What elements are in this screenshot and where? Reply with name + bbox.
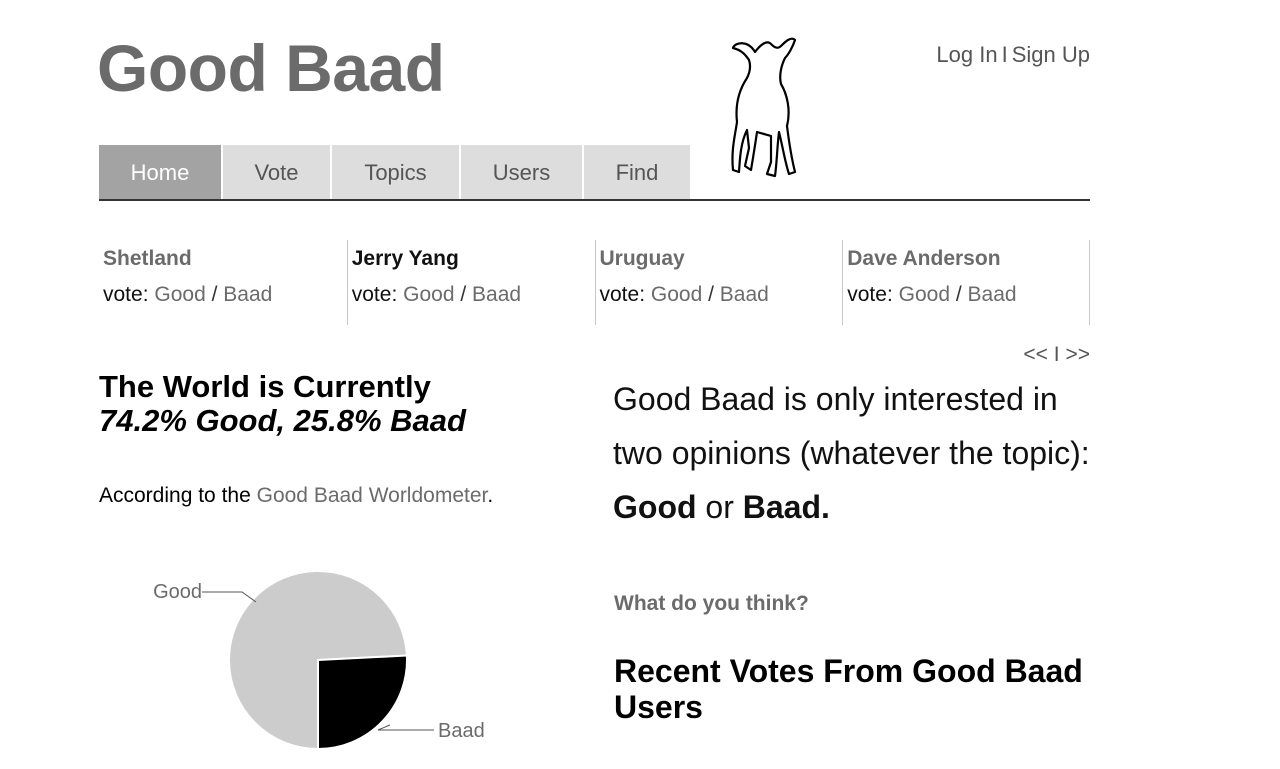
lamb-logo-icon xyxy=(731,37,797,178)
intro-baad: Baad. xyxy=(742,489,830,525)
topic-vote: vote: Good / Baad xyxy=(103,278,347,312)
topic-card: Jerry Yang vote: Good / Baad xyxy=(346,240,595,325)
world-stats: 74.2% Good, 25.8% Baad xyxy=(99,403,466,438)
topic-vote: vote: Good / Baad xyxy=(847,278,1089,312)
topic-name[interactable]: Jerry Yang xyxy=(352,240,595,278)
vote-prefix: vote: xyxy=(351,283,398,306)
vote-separator: / xyxy=(708,283,714,306)
pie-label-good: Good xyxy=(153,581,202,603)
according-suffix: . xyxy=(487,484,494,507)
tab-find[interactable]: Find xyxy=(584,145,690,200)
topic-name[interactable]: Dave Anderson xyxy=(847,240,1089,278)
tab-vote[interactable]: Vote xyxy=(223,145,332,200)
vote-baad-link[interactable]: Baad xyxy=(472,283,521,306)
nav-divider xyxy=(99,199,1090,201)
tab-home[interactable]: Home xyxy=(99,145,223,200)
pager-prev-link[interactable]: << xyxy=(1023,343,1048,366)
pager-separator: I xyxy=(1053,343,1060,366)
tab-users[interactable]: Users xyxy=(461,145,584,200)
world-pie-chart: Good Baad xyxy=(153,570,485,751)
vote-prefix: vote: xyxy=(599,283,646,306)
tab-topics[interactable]: Topics xyxy=(332,145,461,200)
intro-or: or xyxy=(705,489,734,525)
topic-name[interactable]: Uruguay xyxy=(600,240,843,278)
site-logo[interactable]: Good Baad xyxy=(97,30,445,106)
pie-leader-baad xyxy=(377,724,434,731)
vote-good-link[interactable]: Good xyxy=(154,283,205,306)
main-nav: Home Vote Topics Users Find xyxy=(99,145,690,200)
vote-separator: / xyxy=(211,283,218,306)
vote-baad-link[interactable]: Baad xyxy=(968,283,1017,306)
topic-card: Shetland vote: Good / Baad xyxy=(99,240,347,325)
auth-separator: I xyxy=(1001,42,1008,67)
login-link[interactable]: Log In xyxy=(936,42,997,67)
auth-links: Log In I Sign Up xyxy=(900,42,1090,68)
signup-link[interactable]: Sign Up xyxy=(1012,42,1090,67)
pie-slice-baad xyxy=(317,654,408,751)
featured-topics: Shetland vote: Good / Baad Jerry Yang vo… xyxy=(99,240,1090,325)
according-prefix: According to the xyxy=(99,484,251,507)
topic-name[interactable]: Shetland xyxy=(103,240,347,278)
intro-good: Good xyxy=(613,489,697,525)
vote-good-link[interactable]: Good xyxy=(899,283,950,306)
pager-next-link[interactable]: >> xyxy=(1065,343,1090,366)
vote-good-link[interactable]: Good xyxy=(651,283,702,306)
pie-label-baad: Baad xyxy=(438,720,485,742)
worldometer-link[interactable]: Good Baad Worldometer xyxy=(257,484,488,507)
vote-baad-link[interactable]: Baad xyxy=(720,283,769,306)
intro-body: Good Baad is only interested in two opin… xyxy=(613,381,1090,471)
vote-baad-link[interactable]: Baad xyxy=(223,283,272,306)
vote-prefix: vote: xyxy=(103,283,149,306)
intro-text: Good Baad is only interested in two opin… xyxy=(613,372,1093,534)
topic-card: Dave Anderson vote: Good / Baad xyxy=(842,240,1090,325)
what-do-you-think-label: What do you think? xyxy=(614,592,809,615)
vote-good-link[interactable]: Good xyxy=(403,283,454,306)
recent-votes-heading: Recent Votes From Good Baad Users xyxy=(614,653,1083,725)
vote-separator: / xyxy=(955,283,962,306)
topic-card: Uruguay vote: Good / Baad xyxy=(594,240,843,325)
topic-pager: << I >> xyxy=(1000,343,1090,367)
world-heading-text: The World is Currently xyxy=(99,369,431,404)
vote-prefix: vote: xyxy=(847,283,893,306)
pie-leader-good xyxy=(202,591,257,603)
topic-vote: vote: Good / Baad xyxy=(352,278,595,312)
vote-separator: / xyxy=(460,283,467,306)
world-status-heading: The World is Currently 74.2% Good, 25.8%… xyxy=(99,370,569,438)
topic-vote: vote: Good / Baad xyxy=(600,278,843,312)
worldometer-source: According to the Good Baad Worldometer. xyxy=(99,484,493,508)
